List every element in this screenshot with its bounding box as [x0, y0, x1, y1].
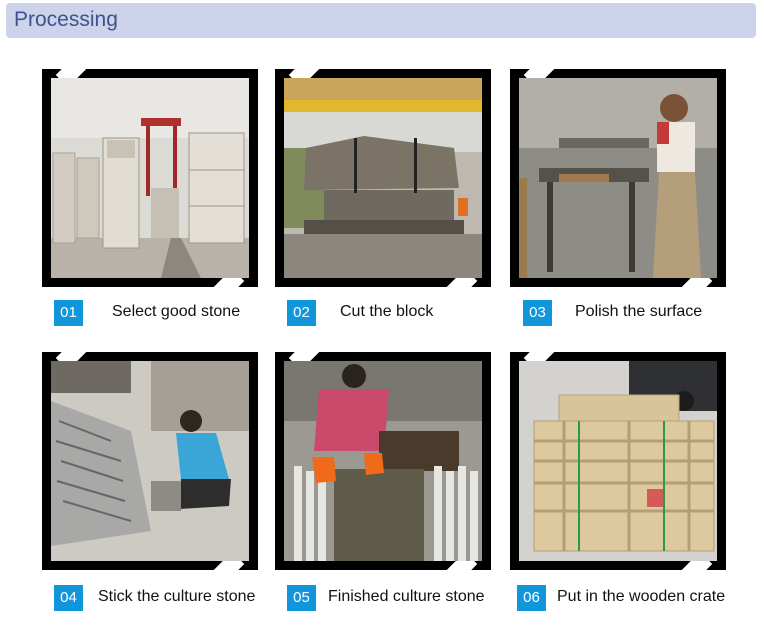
step-label-text: Finished culture stone — [328, 588, 485, 605]
step-card-3 — [510, 53, 726, 303]
finished-culture-stone-photo — [284, 361, 482, 561]
section-header: Processing — [6, 3, 756, 38]
step-label-text: Put in the wooden crate — [557, 588, 726, 605]
stone-blocks-quarry-photo — [51, 78, 249, 278]
step-card-4 — [42, 336, 258, 586]
step-number-badge: 01 — [54, 300, 83, 326]
section-title: Processing — [14, 8, 118, 31]
worker-sticking-stone-photo — [51, 361, 249, 561]
step-label-text: Stick the culture stone — [98, 588, 256, 605]
step-label-text: Select good stone — [112, 303, 241, 320]
step-card-6 — [510, 336, 726, 586]
wooden-crates-photo — [519, 361, 717, 561]
block-cutting-machine-photo — [284, 78, 482, 278]
worker-polishing-photo — [519, 78, 717, 278]
step-label-text: Polish the surface — [575, 303, 703, 320]
step-card-1 — [42, 53, 258, 303]
step-number-badge: 06 — [517, 585, 546, 611]
step-card-2 — [275, 53, 491, 303]
step-number-badge: 02 — [287, 300, 316, 326]
step-number-badge: 05 — [287, 585, 316, 611]
step-card-5 — [275, 336, 491, 586]
step-label-text: Cut the block — [340, 303, 434, 320]
step-number-badge: 03 — [523, 300, 552, 326]
step-number-badge: 04 — [54, 585, 83, 611]
